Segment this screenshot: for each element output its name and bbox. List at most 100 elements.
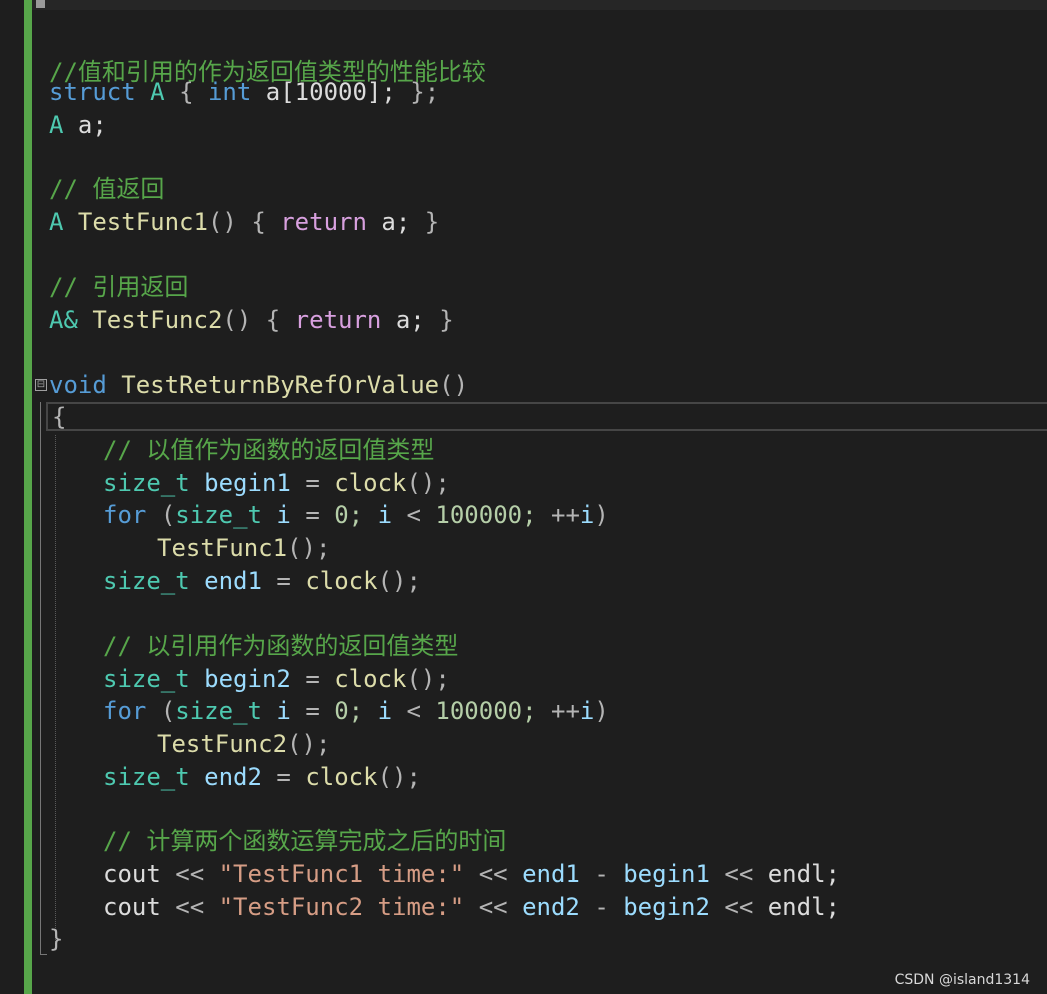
punct: }; [410,78,440,106]
punct: (); [377,567,421,595]
function-name: TestFunc2 [92,306,223,334]
code-line[interactable]: size_t end2 = clock(); [103,761,421,794]
variable: i [276,501,291,529]
string-literal: "TestFunc1 time:" [218,860,465,888]
variable: end1 [522,860,580,888]
code-line[interactable]: cout << "TestFunc1 time:" << end1 - begi… [103,858,840,891]
function-name: clock [334,665,407,693]
code-line[interactable]: // 以引用作为函数的返回值类型 [103,630,458,663]
number: 0; [334,501,364,529]
scroll-marker [36,0,45,8]
keyword: struct [49,78,136,106]
keyword: for [103,501,147,529]
return-expr: a; [381,208,411,236]
variable: begin1 [204,469,291,497]
type-name: A& [49,306,78,334]
code-line[interactable]: size_t begin1 = clock(); [103,467,450,500]
code-line[interactable]: // 计算两个函数运算完成之后的时间 [103,825,506,858]
variable: end2 [204,763,262,791]
member-decl: a[10000]; [265,78,396,106]
punct: } [49,925,64,953]
comment: // 以引用作为函数的返回值类型 [103,632,459,660]
keyword: void [49,371,107,399]
type-name: size_t [103,665,190,693]
code-line[interactable]: cout << "TestFunc2 time:" << end2 - begi… [103,891,840,924]
operator: << [724,893,754,921]
operator: << [175,860,205,888]
code-line[interactable]: size_t end1 = clock(); [103,565,421,598]
type-name: A [49,208,64,236]
identifier: cout [103,893,161,921]
number: 0; [334,697,364,725]
code-line[interactable]: struct A { int a[10000]; }; [49,76,439,109]
variable: end1 [204,567,262,595]
operator: - [594,860,609,888]
watermark: CSDN @island1314 [894,972,1030,988]
function-name: clock [305,763,378,791]
operator: << [478,893,508,921]
function-name: TestFunc1 [77,208,208,236]
punct: { [52,403,67,431]
keyword: int [207,78,252,106]
type-name: size_t [103,763,190,791]
code-line[interactable]: A& TestFunc2() { return a; } [49,304,454,337]
comment: // 计算两个函数运算完成之后的时间 [103,827,507,855]
operator: = [305,665,320,693]
code-line[interactable]: A a; [49,109,107,142]
punct: (); [287,730,331,758]
variable: i [579,697,595,725]
code-line[interactable]: // 值返回 [49,173,164,206]
code-line[interactable]: A TestFunc1() { return a; } [49,206,439,239]
indent-guide [55,435,56,950]
fold-region-line [40,402,41,954]
variable: i [579,501,595,529]
code-line[interactable]: } [49,923,63,956]
code-line[interactable]: TestFunc2(); [157,728,330,761]
operator: = [276,763,291,791]
operator: < [406,501,421,529]
function-name: TestFunc1 [157,534,288,562]
operator: = [305,501,320,529]
function-name: TestReturnByRefOrValue [121,371,440,399]
variable: begin2 [204,665,291,693]
punct: ( [160,501,176,529]
identifier: endl; [767,893,840,921]
identifier: cout [103,860,161,888]
code-line[interactable]: for (size_t i = 0; i < 100000; ++i) [103,695,609,728]
variable: i [276,697,291,725]
punct: (); [406,469,450,497]
keyword: return [280,208,367,236]
code-line[interactable]: // 以值作为函数的返回值类型 [103,434,434,467]
punct: } [424,208,440,236]
number: 100000; [435,501,537,529]
line-gutter [0,0,24,994]
code-line[interactable]: void TestReturnByRefOrValue() [49,369,468,402]
punct: (); [287,534,331,562]
collapse-icon[interactable]: ⊟ [35,379,47,391]
keyword: return [294,306,382,334]
operator: < [406,697,421,725]
variable: i [377,697,393,725]
type-name: A [49,111,64,139]
string-literal: "TestFunc2 time:" [218,893,465,921]
code-line[interactable]: // 引用返回 [49,271,188,304]
function-name: TestFunc2 [157,730,288,758]
change-indicator-bar [24,0,32,994]
punct: () [207,208,237,236]
code-line[interactable]: TestFunc1(); [157,532,330,565]
fold-region-end [40,954,47,955]
operator: << [175,893,205,921]
var-decl: a; [77,111,107,139]
code-line[interactable]: size_t begin2 = clock(); [103,663,450,696]
punct: ) [594,697,609,725]
operator: << [478,860,508,888]
variable: i [377,501,393,529]
number: 100000; [435,697,537,725]
code-line[interactable]: for (size_t i = 0; i < 100000; ++i) [103,499,609,532]
keyword: for [103,697,147,725]
punct: ) [594,501,609,529]
variable: begin1 [623,860,710,888]
punct: } [439,306,454,334]
code-line[interactable]: { [52,401,66,434]
variable: begin2 [623,893,710,921]
